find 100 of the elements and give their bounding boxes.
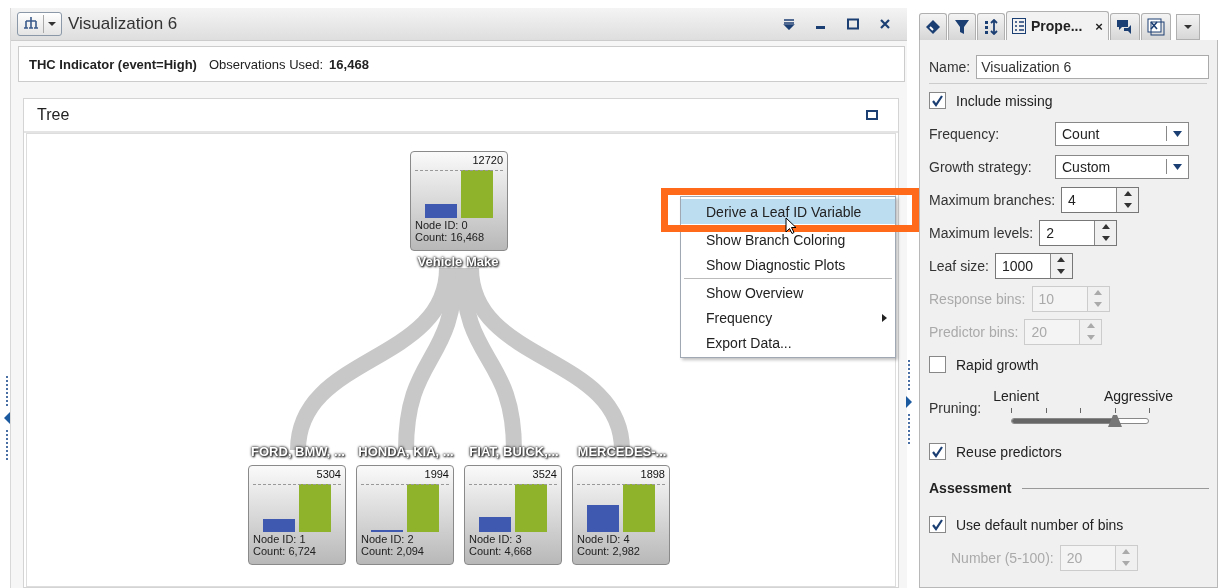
tree-menu-button[interactable] (17, 12, 62, 36)
panel-tab[interactable] (1140, 13, 1171, 40)
tree-node[interactable]: 1898 Node ID: 4 Count: 2,982 (572, 465, 670, 565)
slider-max-label: Aggressive (1103, 388, 1174, 404)
checkbox[interactable] (929, 92, 946, 109)
menu-item[interactable]: Derive a Leaf ID Variable (681, 199, 895, 224)
slider-thumb[interactable] (1107, 415, 1122, 427)
caret-icon (48, 21, 56, 27)
tree-node[interactable]: 5304 Node ID: 1 Count: 6,724 (248, 465, 346, 565)
slider-min-label: Lenient (993, 388, 1040, 404)
tabs-dropdown-button[interactable] (1175, 14, 1200, 40)
submenu-arrow-icon (882, 313, 887, 322)
panel-tab[interactable] (1109, 13, 1140, 40)
checkbox-label: Include missing (956, 92, 1053, 109)
maximize-icon[interactable] (866, 110, 878, 120)
node-id: Node ID: 1 (253, 533, 307, 545)
panel-title: Tree (37, 106, 70, 124)
node-count: Count: 16,468 (415, 231, 486, 243)
field-label: Growth strategy: (929, 158, 1033, 175)
tree-node[interactable]: 3524 Node ID: 3 Count: 4,668 (464, 465, 562, 565)
field-label: Name: (929, 58, 971, 75)
panel-tab[interactable]: Prope... × (1006, 11, 1109, 40)
window-title: Visualization 6 (68, 14, 178, 34)
checkbox[interactable] (929, 516, 946, 533)
spinner-field[interactable]: 4 (1061, 186, 1140, 213)
node-label: Vehicle Make (416, 254, 501, 269)
response-label: THC Indicator (event=High) (29, 56, 197, 72)
collapse-arrow-icon[interactable] (4, 412, 10, 424)
observations-value: 16,468 (329, 56, 369, 72)
node-label: HONDA, KIA, ... (356, 444, 456, 459)
comments-icon (1115, 19, 1134, 35)
menu-icon[interactable] (783, 18, 795, 30)
section-heading: Assessment (929, 480, 1012, 496)
node-value: 3524 (532, 468, 557, 480)
menu-item[interactable]: Frequency (681, 305, 895, 330)
field-label: Leaf size: (929, 257, 989, 274)
close-icon[interactable] (879, 18, 891, 30)
node-count: Count: 6,724 (253, 545, 317, 557)
node-label: FIAT, BUICK,... (467, 444, 561, 459)
spreadsheet-icon (1146, 18, 1165, 36)
spin-up-icon[interactable] (1101, 224, 1110, 229)
tree-node[interactable]: 1994 Node ID: 2 Count: 2,094 (356, 465, 454, 565)
caret-icon (1183, 24, 1192, 30)
grip-icon[interactable] (907, 360, 911, 390)
dropdown[interactable]: Count (1055, 121, 1189, 146)
node-value: 12720 (472, 154, 503, 166)
spin-down-icon[interactable] (1101, 236, 1110, 241)
sort-icon (983, 19, 999, 35)
field-label: Response bins: (929, 290, 1026, 307)
spin-down-icon[interactable] (1057, 269, 1066, 274)
field-label: Maximum levels: (929, 224, 1034, 241)
node-count: Count: 4,668 (469, 545, 533, 557)
tab-close-button[interactable]: × (1095, 18, 1103, 34)
node-id: Node ID: 2 (361, 533, 415, 545)
node-value: 1994 (424, 468, 449, 480)
checkbox[interactable] (929, 356, 946, 373)
node-count: Count: 2,094 (361, 545, 425, 557)
grip-icon[interactable] (907, 414, 911, 444)
checkbox-label: Rapid growth (956, 356, 1039, 373)
tag-icon (925, 19, 941, 35)
node-value: 1898 (640, 468, 665, 480)
grip-icon[interactable] (5, 430, 9, 460)
checkbox[interactable] (929, 443, 946, 460)
tree-node[interactable]: 12720 Node ID: 0 Count: 16,468 (410, 151, 508, 251)
node-id: Node ID: 3 (469, 533, 523, 545)
node-label: FORD, BMW, ... (249, 444, 347, 459)
panel-tab[interactable] (977, 13, 1005, 40)
field-label: Maximum branches: (929, 191, 1056, 208)
node-id: Node ID: 4 (577, 533, 631, 545)
node-id: Node ID: 0 (415, 219, 469, 231)
list-icon (1012, 18, 1026, 34)
cursor-icon (785, 217, 797, 235)
menu-item[interactable]: Export Data... (681, 330, 895, 355)
node-value: 5304 (316, 468, 341, 480)
maximize-icon[interactable] (847, 18, 859, 30)
observations-label: Observations Used: (208, 56, 324, 72)
panel-tab[interactable] (919, 13, 947, 40)
spin-up-icon[interactable] (1057, 257, 1066, 262)
caret-icon (1173, 163, 1182, 170)
filter-icon (954, 19, 970, 35)
spinner-field[interactable]: 1000 (994, 252, 1073, 279)
caret-icon (1173, 130, 1182, 137)
field-label: Pruning: (929, 400, 982, 416)
checkbox-label: Use default number of bins (956, 516, 1124, 533)
menu-item[interactable]: Show Diagnostic Plots (681, 252, 895, 277)
menu-item[interactable]: Show Overview (681, 280, 895, 305)
checkbox-label: Reuse predictors (956, 443, 1062, 460)
pruning-slider[interactable] (1011, 408, 1150, 428)
collapse-arrow-icon[interactable] (906, 396, 912, 408)
field-label: Number (5-100): (951, 549, 1054, 566)
dropdown[interactable]: Custom (1055, 154, 1189, 179)
name-field[interactable]: Visualization 6 (976, 54, 1209, 79)
grip-icon[interactable] (5, 376, 9, 406)
spin-up-icon[interactable] (1123, 191, 1132, 196)
field-label: Predictor bins: (929, 323, 1019, 340)
panel-tab[interactable] (948, 13, 976, 40)
hierarchy-icon (23, 16, 39, 32)
field-label: Frequency: (929, 125, 1001, 142)
spin-down-icon[interactable] (1123, 203, 1132, 208)
spinner-field[interactable]: 2 (1039, 219, 1118, 246)
